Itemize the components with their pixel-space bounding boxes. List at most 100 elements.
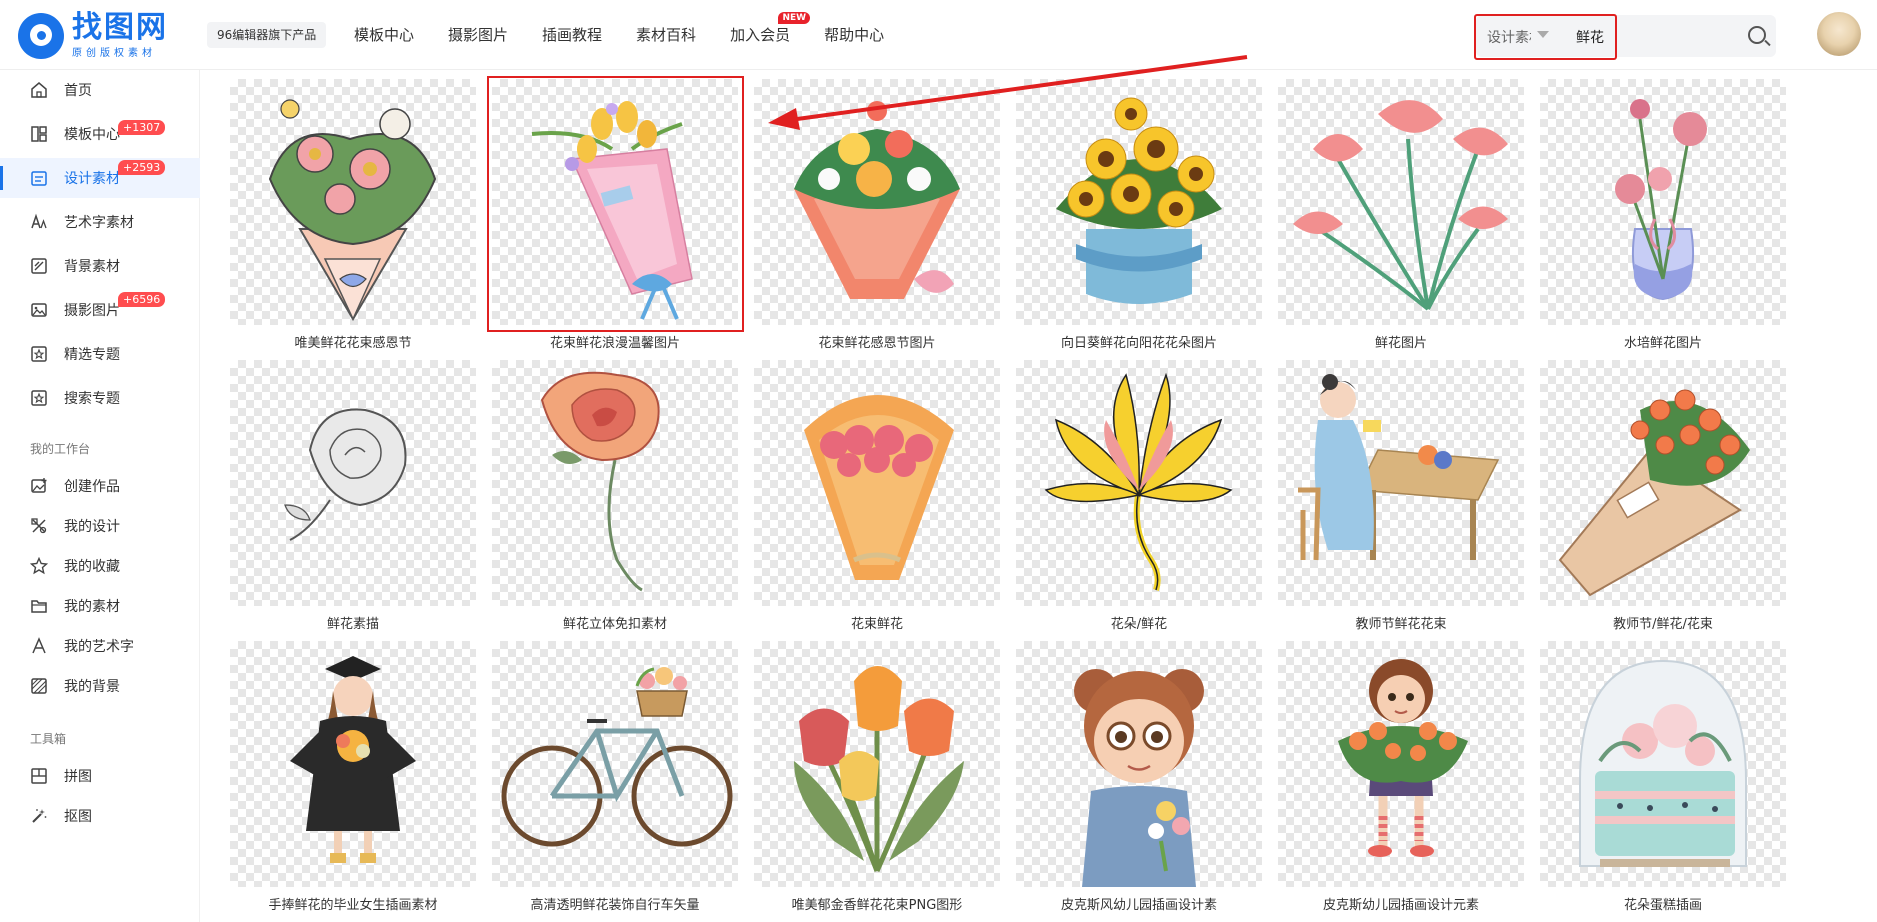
card-thumbnail[interactable] xyxy=(230,641,476,887)
sidebar-item-my-background[interactable]: 我的背景 xyxy=(0,666,200,706)
sidebar-item-collage[interactable]: 拼图 xyxy=(0,756,200,796)
card-title[interactable]: 鲜花图片 xyxy=(1278,332,1524,351)
card-title[interactable]: 花束鲜花浪漫温馨图片 xyxy=(492,332,738,351)
card-thumbnail[interactable] xyxy=(754,641,1000,887)
card-thumbnail[interactable] xyxy=(1540,641,1786,887)
sidebar-item-home[interactable]: 首页 xyxy=(0,70,200,110)
carnation-illustration xyxy=(1293,100,1508,311)
material-card[interactable]: 教师节鲜花花束 xyxy=(1278,360,1524,632)
background-icon xyxy=(31,258,47,274)
workspace-section-title: 我的工作台 xyxy=(30,442,91,456)
card-thumbnail[interactable] xyxy=(1278,360,1524,606)
material-card[interactable]: 手捧鲜花的毕业女生插画素材 xyxy=(230,641,476,913)
teacher-illustration xyxy=(1298,374,1500,561)
nav-item-tutorials[interactable]: 插画教程 xyxy=(542,24,602,45)
sidebar-item-art-font[interactable]: 艺术字素材 xyxy=(0,202,200,242)
bouquet-illustration xyxy=(268,99,437,321)
card-thumbnail[interactable] xyxy=(230,79,476,325)
card-title[interactable]: 花朵蛋糕插画 xyxy=(1540,894,1786,913)
nav-item-templates[interactable]: 模板中心 xyxy=(354,24,414,45)
card-title[interactable]: 花朵/鲜花 xyxy=(1016,613,1262,632)
card-title[interactable]: 唯美鲜花花束感恩节 xyxy=(230,332,476,351)
bouquet-illustration xyxy=(804,395,954,580)
card-title[interactable]: 鲜花立体免扣素材 xyxy=(492,613,738,632)
flower-illustration xyxy=(1044,372,1233,591)
material-card[interactable]: 教师节/鲜花/花束 xyxy=(1540,360,1786,632)
card-thumbnail[interactable] xyxy=(492,641,738,887)
sidebar-item-favorites[interactable]: 我的收藏 xyxy=(0,546,200,586)
card-title[interactable]: 教师节鲜花花束 xyxy=(1278,613,1524,632)
sidebar-item-label: 设计素材 xyxy=(64,171,120,187)
card-title[interactable]: 教师节/鲜花/花束 xyxy=(1540,613,1786,632)
material-card[interactable]: 花朵/鲜花 xyxy=(1016,360,1262,632)
material-card[interactable]: 唯美郁金香鲜花花束PNG图形 xyxy=(754,641,1000,913)
card-title[interactable]: 皮克斯风幼儿园插画设计素 xyxy=(1016,894,1262,913)
tulip-illustration xyxy=(794,666,964,873)
site-logo[interactable]: 找图网 原创版权素材 xyxy=(18,12,168,59)
card-thumbnail[interactable] xyxy=(492,360,738,606)
avatar[interactable] xyxy=(1817,12,1861,56)
card-title[interactable]: 鲜花素描 xyxy=(230,613,476,632)
bicycle-illustration xyxy=(501,667,733,847)
card-title[interactable]: 高清透明鲜花装饰自行车矢量 xyxy=(492,894,738,913)
material-card[interactable]: 唯美鲜花花束感恩节 xyxy=(230,79,476,351)
card-thumbnail[interactable] xyxy=(1278,641,1524,887)
material-card[interactable]: 水培鲜花图片 xyxy=(1540,79,1786,351)
sidebar-item-templates[interactable]: 模板中心 +1307 xyxy=(0,114,200,154)
graduate-girl-illustration xyxy=(290,656,416,863)
sidebar-item-my-design[interactable]: 我的设计 xyxy=(0,506,200,546)
background-pattern-icon xyxy=(31,678,47,694)
letter-a-icon xyxy=(32,637,46,654)
material-card[interactable]: 花朵蛋糕插画 xyxy=(1540,641,1786,913)
card-title[interactable]: 花束鲜花 xyxy=(754,613,1000,632)
card-thumbnail[interactable] xyxy=(1016,360,1262,606)
sidebar-item-search-topic[interactable]: 搜索专题 xyxy=(0,378,200,418)
card-title[interactable]: 皮克斯幼儿园插画设计元素 xyxy=(1278,894,1524,913)
material-card[interactable]: 鲜花立体免扣素材 xyxy=(492,360,738,632)
sidebar-item-background[interactable]: 背景素材 xyxy=(0,246,200,286)
card-title[interactable]: 花束鲜花感恩节图片 xyxy=(754,332,1000,351)
card-thumbnail[interactable] xyxy=(1540,79,1786,325)
count-badge: +2593 xyxy=(118,160,166,175)
sidebar-item-label: 拼图 xyxy=(64,769,92,785)
material-card[interactable]: 高清透明鲜花装饰自行车矢量 xyxy=(492,641,738,913)
card-title[interactable]: 手捧鲜花的毕业女生插画素材 xyxy=(230,894,476,913)
nav-item-membership[interactable]: 加入会员 NEW xyxy=(730,12,811,45)
card-thumbnail[interactable] xyxy=(1016,641,1262,887)
sidebar-item-label: 我的收藏 xyxy=(64,559,120,575)
material-card[interactable]: 花束鲜花 xyxy=(754,360,1000,632)
material-card[interactable]: 鲜花素描 xyxy=(230,360,476,632)
search-icon[interactable] xyxy=(1748,26,1766,44)
material-card[interactable]: 鲜花图片 xyxy=(1278,79,1524,351)
nav-item-photos[interactable]: 摄影图片 xyxy=(448,24,508,45)
sidebar-item-label: 我的设计 xyxy=(64,519,120,535)
sidebar-item-my-material[interactable]: 我的素材 xyxy=(0,586,200,626)
sidebar-item-cutout[interactable]: 抠图 xyxy=(0,796,200,836)
material-card[interactable]: 皮克斯幼儿园插画设计元素 xyxy=(1278,641,1524,913)
card-thumbnail[interactable] xyxy=(1278,79,1524,325)
sidebar-item-featured[interactable]: 精选专题 xyxy=(0,334,200,374)
sidebar-item-my-art-font[interactable]: 我的艺术字 xyxy=(0,626,200,666)
sidebar-item-create[interactable]: 创建作品 xyxy=(0,466,200,506)
sidebar: 首页 模板中心 +1307 设计素材 +2593 艺术字素材 背景素材 摄影图片… xyxy=(0,70,200,922)
card-title[interactable]: 水培鲜花图片 xyxy=(1540,332,1786,351)
card-title[interactable]: 向日葵鲜花向阳花花朵图片 xyxy=(1016,332,1262,351)
annotation-arrow-icon xyxy=(768,55,1248,130)
template-icon xyxy=(31,126,47,142)
nav-item-encyclopedia[interactable]: 素材百科 xyxy=(636,24,696,45)
card-thumbnail[interactable] xyxy=(754,360,1000,606)
vase-flower-illustration xyxy=(1615,99,1707,301)
sidebar-item-photos[interactable]: 摄影图片 +6596 xyxy=(0,290,200,330)
card-thumbnail[interactable] xyxy=(230,360,476,606)
card-title[interactable]: 唯美郁金香鲜花花束PNG图形 xyxy=(754,894,1000,913)
pixar-girl-illustration xyxy=(1074,669,1204,887)
logo-title: 找图网 xyxy=(72,10,168,45)
sidebar-item-label: 首页 xyxy=(64,83,92,99)
material-card[interactable]: 皮克斯风幼儿园插画设计素 xyxy=(1016,641,1262,913)
sidebar-item-design-material[interactable]: 设计素材 +2593 xyxy=(0,158,200,198)
new-badge: NEW xyxy=(778,12,811,24)
tools-section-title: 工具箱 xyxy=(30,732,67,746)
product-badge[interactable]: 96编辑器旗下产品 xyxy=(207,22,327,48)
card-thumbnail[interactable] xyxy=(1540,360,1786,606)
nav-item-help[interactable]: 帮助中心 xyxy=(824,24,884,45)
